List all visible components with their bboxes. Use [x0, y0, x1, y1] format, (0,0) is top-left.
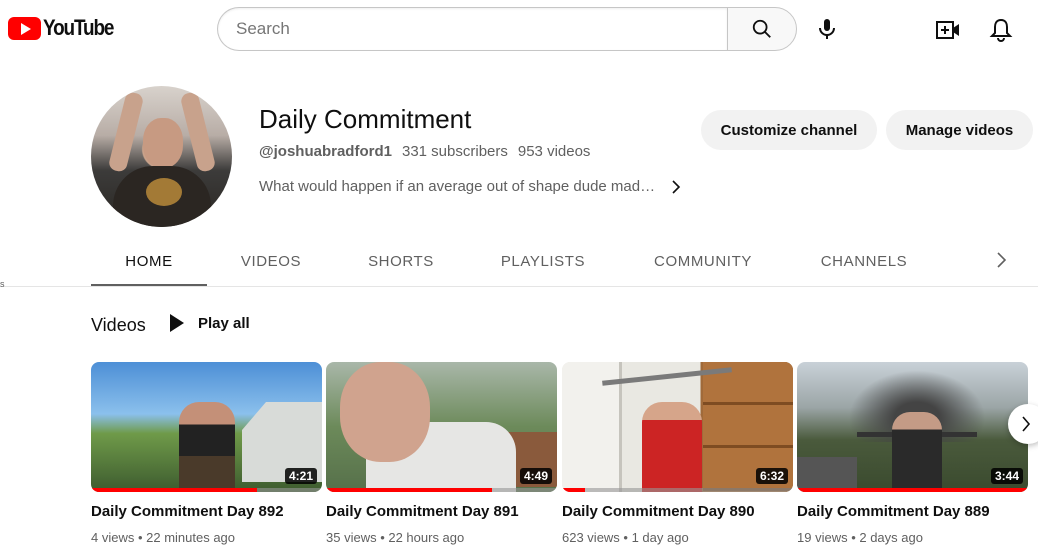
tabs-divider [0, 286, 1038, 287]
watch-progress-bar [91, 488, 258, 492]
avatar-arm [179, 91, 217, 173]
watch-progress-bar [326, 488, 493, 492]
video-meta: 4 views • 22 minutes ago [91, 530, 236, 545]
tab-playlists[interactable]: PLAYLISTS [483, 236, 603, 286]
thumb-scene [642, 402, 702, 492]
video-thumbnail[interactable]: 4:49 [326, 362, 557, 492]
chevron-right-icon [672, 179, 681, 194]
search-icon [752, 19, 771, 38]
thumb-scene [179, 402, 235, 492]
video-card[interactable]: 4:49 Daily Commitment Day 891 35 views •… [326, 362, 557, 545]
video-card[interactable]: 6:32 Daily Commitment Day 890 623 views … [562, 362, 793, 545]
tab-videos[interactable]: VIDEOS [215, 236, 327, 286]
video-thumbnail[interactable]: 3:44 [797, 362, 1028, 492]
youtube-play-icon [8, 16, 41, 40]
video-card[interactable]: 4:21 Daily Commitment Day 892 4 views • … [91, 362, 322, 545]
masthead: YouTube Search [0, 0, 1038, 58]
video-duration: 3:44 [990, 468, 1023, 484]
play-all-label: Play all [198, 314, 250, 332]
edge-artifact: s [0, 279, 5, 289]
video-card[interactable]: 3:44 Daily Commitment Day 889 19 views •… [797, 362, 1028, 545]
search-bar: Search [217, 7, 797, 51]
youtube-logo[interactable]: YouTube [8, 15, 125, 41]
channel-handle: @joshuabradford1 [259, 143, 392, 160]
avatar-shirt-art [146, 178, 182, 206]
channel-description[interactable]: What would happen if an average out of s… [259, 178, 681, 195]
create-video-icon[interactable] [935, 18, 961, 42]
tab-channels[interactable]: CHANNELS [805, 236, 923, 286]
channel-meta: @joshuabradford1 331 subscribers 953 vid… [259, 143, 590, 160]
video-thumbnail[interactable]: 4:21 [91, 362, 322, 492]
play-all-button[interactable]: Play all [170, 314, 250, 332]
tabs-scroll-right-icon[interactable] [995, 252, 1007, 268]
play-icon [170, 314, 184, 332]
search-button[interactable] [727, 7, 797, 51]
mic-icon[interactable] [815, 17, 839, 41]
section-title: Videos [91, 315, 146, 335]
manage-videos-button[interactable]: Manage videos [886, 110, 1033, 150]
search-input[interactable]: Search [217, 7, 727, 51]
chevron-right-icon [1022, 416, 1031, 432]
video-title[interactable]: Daily Commitment Day 890 [562, 503, 793, 520]
video-duration: 4:49 [519, 468, 552, 484]
tab-shorts[interactable]: SHORTS [345, 236, 457, 286]
channel-avatar[interactable] [91, 86, 232, 227]
video-title[interactable]: Daily Commitment Day 892 [91, 503, 322, 520]
thumb-scene [892, 412, 942, 492]
video-title[interactable]: Daily Commitment Day 891 [326, 503, 557, 520]
watch-progress-bar [562, 488, 586, 492]
avatar-face [143, 118, 183, 168]
tab-home[interactable]: HOME [91, 236, 207, 287]
video-meta: 19 views • 2 days ago [797, 530, 923, 545]
channel-tabs: HOME VIDEOS SHORTS PLAYLISTS COMMUNITY C… [91, 236, 1031, 288]
video-count: 953 videos [517, 143, 591, 160]
thumb-scene [340, 362, 430, 462]
video-thumbnail[interactable]: 6:32 [562, 362, 793, 492]
avatar-arm [107, 91, 145, 173]
subscriber-count: 331 subscribers [401, 143, 508, 160]
watch-progress-track [562, 488, 793, 492]
video-duration: 6:32 [755, 468, 788, 484]
thumb-scene [797, 457, 857, 492]
video-duration: 4:21 [284, 468, 317, 484]
video-meta: 623 views • 1 day ago [562, 530, 689, 545]
bell-icon[interactable] [989, 17, 1013, 43]
tab-community[interactable]: COMMUNITY [639, 236, 767, 286]
video-title[interactable]: Daily Commitment Day 889 [797, 503, 1028, 520]
customize-channel-button[interactable]: Customize channel [701, 110, 877, 150]
channel-description-text: What would happen if an average out of s… [259, 178, 656, 195]
video-meta: 35 views • 22 hours ago [326, 530, 465, 545]
watch-progress-bar [797, 488, 1028, 492]
logo-text: YouTube [43, 15, 114, 40]
channel-name: Daily Commitment [259, 104, 472, 134]
